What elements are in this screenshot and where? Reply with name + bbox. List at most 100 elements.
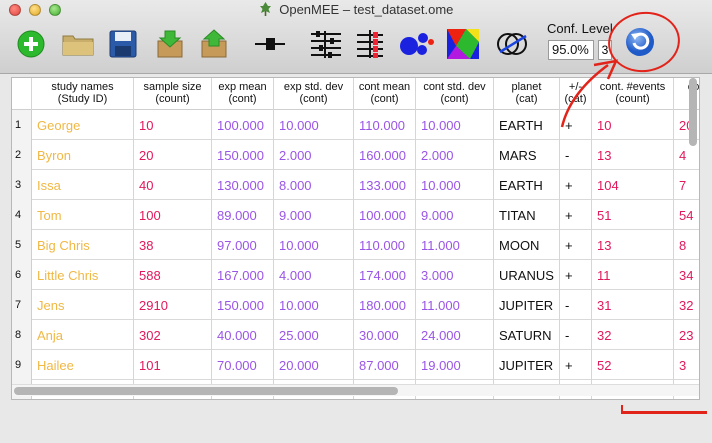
table-cell[interactable]: 51 <box>592 200 674 230</box>
add-button[interactable] <box>14 24 48 64</box>
row-number[interactable]: 7 <box>12 290 32 320</box>
table-row[interactable]: 5 Big Chris 38 97.000 10.000 110.000 11.000 MOO… <box>12 230 699 260</box>
table-cell[interactable]: 10 <box>134 110 212 140</box>
table-cell[interactable]: 32 <box>674 290 699 320</box>
table-cell[interactable]: 174.000 <box>354 260 416 290</box>
table-cell[interactable]: 2.000 <box>416 140 494 170</box>
table-cell[interactable]: EARTH <box>494 170 560 200</box>
export-button[interactable] <box>196 24 232 64</box>
open-button[interactable] <box>60 24 96 64</box>
column-header[interactable]: study names (Study ID) <box>32 78 134 110</box>
table-cell[interactable]: 130.000 <box>212 170 274 200</box>
column-header[interactable]: sample size (count) <box>134 78 212 110</box>
table-cell[interactable]: 32 <box>592 320 674 350</box>
save-button[interactable] <box>106 24 140 64</box>
horizontal-scrollbar-thumb[interactable] <box>14 387 398 395</box>
table-cell[interactable]: 10.000 <box>274 290 354 320</box>
row-number[interactable]: 2 <box>12 140 32 170</box>
table-cell[interactable]: 8 <box>674 230 699 260</box>
table-cell[interactable]: TITAN <box>494 200 560 230</box>
table-cell[interactable]: 19.000 <box>416 350 494 380</box>
table-cell[interactable]: 23 <box>674 320 699 350</box>
table-cell[interactable]: 31 <box>592 290 674 320</box>
row-number[interactable]: 4 <box>12 200 32 230</box>
table-row[interactable]: 8 Anja 302 40.000 25.000 30.000 24.000 SATURN -3… <box>12 320 699 350</box>
table-cell[interactable]: Little Chris <box>32 260 134 290</box>
table-row[interactable]: 7 Jens 2910 150.000 10.000 180.000 11.000 JUPIT… <box>12 290 699 320</box>
table-row[interactable]: 6 Little Chris 588 167.000 4.000 174.000 3.000… <box>12 260 699 290</box>
table-cell[interactable]: URANUS <box>494 260 560 290</box>
table-cell[interactable]: 9.000 <box>274 200 354 230</box>
table-cell[interactable]: - <box>560 320 592 350</box>
table-cell[interactable]: MARS <box>494 140 560 170</box>
import-button[interactable] <box>152 24 188 64</box>
row-number[interactable]: 8 <box>12 320 32 350</box>
table-cell[interactable]: + <box>560 260 592 290</box>
meta-analysis-button[interactable] <box>252 24 288 64</box>
table-cell[interactable]: 110.000 <box>354 230 416 260</box>
table-cell[interactable]: 10.000 <box>274 230 354 260</box>
table-cell[interactable]: 11 <box>592 260 674 290</box>
table-cell[interactable]: MOON <box>494 230 560 260</box>
table-cell[interactable]: 7 <box>674 170 699 200</box>
table-cell[interactable]: 160.000 <box>354 140 416 170</box>
table-cell[interactable]: 10.000 <box>416 110 494 140</box>
table-cell[interactable]: 101 <box>134 350 212 380</box>
table-cell[interactable]: 588 <box>134 260 212 290</box>
table-cell[interactable]: 4.000 <box>274 260 354 290</box>
table-cell[interactable]: 180.000 <box>354 290 416 320</box>
venn-button[interactable] <box>492 24 532 64</box>
table-row[interactable]: 2 Byron 20 150.000 2.000 160.000 2.000 MARS -13 4 <box>12 140 699 170</box>
table-cell[interactable]: Anja <box>32 320 134 350</box>
table-cell[interactable]: 13 <box>592 140 674 170</box>
table-cell[interactable]: 40.000 <box>212 320 274 350</box>
table-cell[interactable]: 150.000 <box>212 290 274 320</box>
table-cell[interactable]: 11.000 <box>416 290 494 320</box>
column-header[interactable]: exp mean (cont) <box>212 78 274 110</box>
table-cell[interactable]: 20 <box>134 140 212 170</box>
vertical-scrollbar-thumb[interactable] <box>689 78 697 146</box>
table-cell[interactable]: 11.000 <box>416 230 494 260</box>
table-cell[interactable]: JUPITER <box>494 350 560 380</box>
table-cell[interactable]: Hailee <box>32 350 134 380</box>
table-cell[interactable]: 10.000 <box>274 110 354 140</box>
table-cell[interactable]: 2.000 <box>274 140 354 170</box>
column-header[interactable]: exp std. dev (cont) <box>274 78 354 110</box>
table-cell[interactable]: Issa <box>32 170 134 200</box>
table-cell[interactable]: 25.000 <box>274 320 354 350</box>
table-cell[interactable]: 52 <box>592 350 674 380</box>
table-cell[interactable]: SATURN <box>494 320 560 350</box>
table-cell[interactable]: 150.000 <box>212 140 274 170</box>
table-row[interactable]: 9 Hailee 101 70.000 20.000 87.000 19.000 JUPITE… <box>12 350 699 380</box>
table-row[interactable]: 4 Tom 100 89.000 9.000 100.000 9.000 TITAN +51 54 <box>12 200 699 230</box>
table-cell[interactable]: 167.000 <box>212 260 274 290</box>
table-cell[interactable]: + <box>560 350 592 380</box>
table-cell[interactable]: 100 <box>134 200 212 230</box>
table-cell[interactable]: 30.000 <box>354 320 416 350</box>
row-number[interactable]: 6 <box>12 260 32 290</box>
table-cell[interactable]: 54 <box>674 200 699 230</box>
table-cell[interactable]: 3 <box>674 350 699 380</box>
row-number[interactable]: 1 <box>12 110 32 140</box>
table-cell[interactable]: 38 <box>134 230 212 260</box>
table-cell[interactable]: 9.000 <box>416 200 494 230</box>
cumulative-button[interactable] <box>352 24 388 64</box>
table-cell[interactable]: Tom <box>32 200 134 230</box>
row-number[interactable]: 5 <box>12 230 32 260</box>
table-cell[interactable]: + <box>560 200 592 230</box>
table-cell[interactable]: JUPITER <box>494 290 560 320</box>
scatter-button[interactable] <box>398 24 436 64</box>
table-cell[interactable]: 8.000 <box>274 170 354 200</box>
table-cell[interactable]: 302 <box>134 320 212 350</box>
table-cell[interactable]: + <box>560 230 592 260</box>
table-cell[interactable]: - <box>560 140 592 170</box>
subgroup-button[interactable] <box>444 24 482 64</box>
column-header[interactable]: cont std. dev (cont) <box>416 78 494 110</box>
table-cell[interactable]: Big Chris <box>32 230 134 260</box>
table-cell[interactable]: George <box>32 110 134 140</box>
table-cell[interactable]: 10.000 <box>416 170 494 200</box>
table-row[interactable]: 3 Issa 40 130.000 8.000 133.000 10.000 EARTH +10… <box>12 170 699 200</box>
table-cell[interactable]: 87.000 <box>354 350 416 380</box>
table-cell[interactable]: 110.000 <box>354 110 416 140</box>
table-cell[interactable]: Jens <box>32 290 134 320</box>
